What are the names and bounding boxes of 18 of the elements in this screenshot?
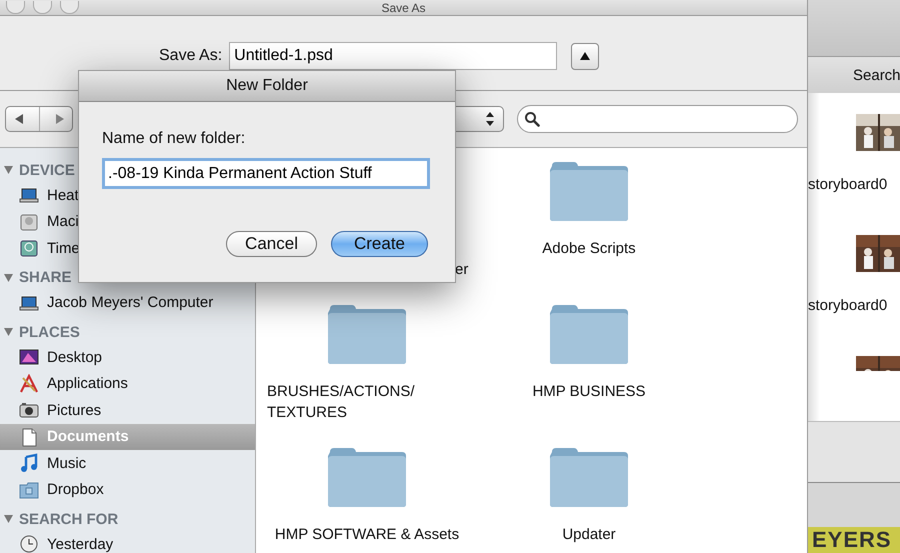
folder-label: HMP SOFTWARE & Assets <box>274 525 460 545</box>
window-title: Save As <box>381 0 426 14</box>
sidebar-heading: DEVICE <box>19 162 75 178</box>
file-label: storyboard0 <box>808 297 888 314</box>
search-label: Search <box>853 66 900 84</box>
sidebar-heading: SEARCH FOR <box>19 510 118 528</box>
folder-label: Adobe Scripts <box>542 239 636 259</box>
file-label: storyboard0 <box>808 176 888 193</box>
dialog-title: New Folder <box>226 77 308 95</box>
sidebar-heading: SHARE <box>19 269 72 286</box>
folder-label: BRUSHES/ACTIONS/ TEXTURES <box>267 382 416 423</box>
folder-label: er <box>455 261 468 278</box>
save-as-label: Save As: <box>159 47 222 65</box>
banner-text: EYERS <box>812 527 892 553</box>
folder-name-prompt: Name of new folder: <box>102 130 246 148</box>
folder-label: HMP BUSINESS <box>532 382 646 402</box>
sidebar-heading: PLACES <box>19 324 80 340</box>
folder-label: Updater <box>562 525 616 545</box>
